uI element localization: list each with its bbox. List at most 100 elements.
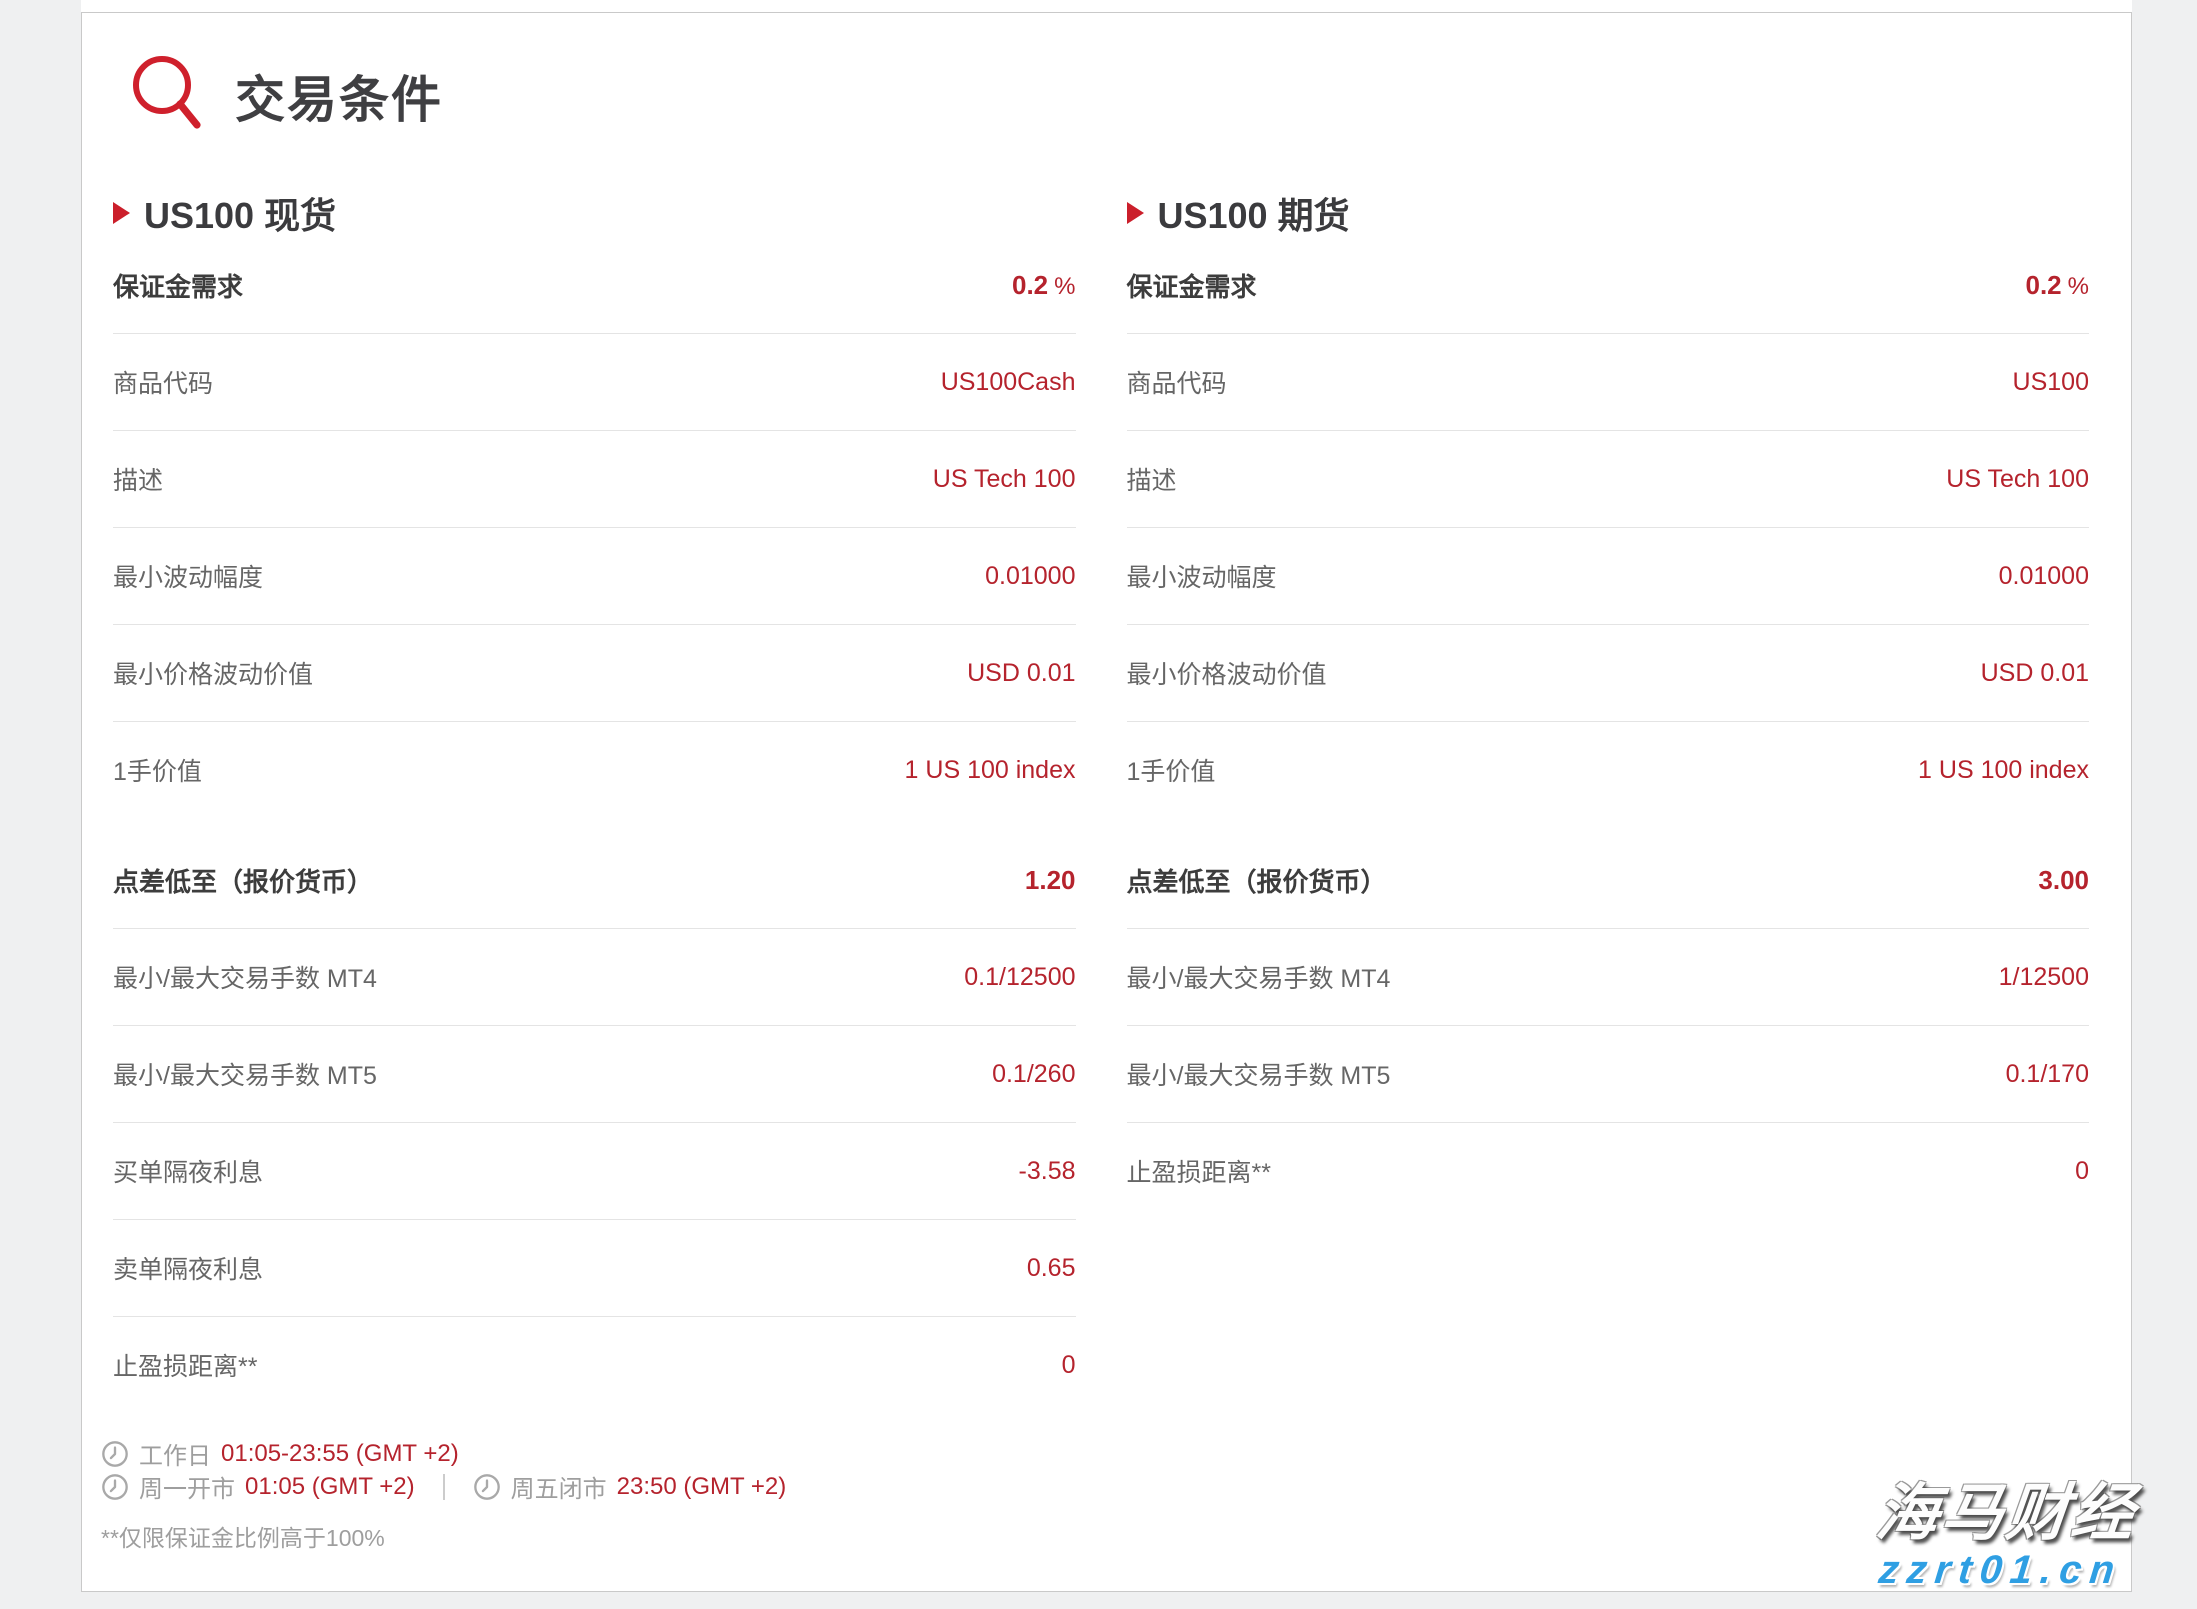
table-row: 最小/最大交易手数 MT5 0.1/260 [113, 1026, 1076, 1123]
row-value: 0.01000 [1999, 562, 2089, 591]
row-group: 点差低至（报价货币） 3.00 最小/最大交易手数 MT41/12500 最小/最大交… [1127, 832, 2090, 1219]
table-row: 1手价值 1 US 100 index [1127, 722, 2090, 818]
trading-hours-line: 工作日01:05-23:55 (GMT +2) [101, 1437, 1076, 1470]
table-row: 商品代码 US100 [1127, 334, 2090, 431]
row-value: 0.1/12500 [964, 963, 1075, 992]
row-label: 最小/最大交易手数 MT5 [113, 1056, 377, 1092]
schedule-time: 01:05-23:55 (GMT +2) [221, 1440, 459, 1468]
clock-icon [101, 1473, 129, 1501]
row-value-text: 0.01000 [1999, 562, 2089, 590]
triangle-bullet-icon [113, 202, 130, 224]
row-value: 1.20 [1025, 865, 1076, 896]
row-label: 最小波动幅度 [1127, 558, 1277, 594]
row-group: 保证金需求0.2% 商品代码 US100 描述 US Tech 100 最小波动幅度 0.0… [1127, 237, 2090, 818]
trading-hours-line: 周一开市 01:05 (GMT +2) 周五闭市 23:50 (GMT +2) [101, 1470, 1076, 1503]
row-value-text: 0.1/260 [992, 1060, 1075, 1088]
column-futures: US100 期货保证金需求0.2% 商品代码 US100 描述 US Tech 100 最… [1127, 189, 2090, 1553]
section-title-futures: US100 期货 [1127, 189, 2090, 237]
margin-footnote: **仅限保证金比例高于100% [101, 1519, 1076, 1553]
table-row: 最小/最大交易手数 MT41/12500 [1127, 929, 2090, 1026]
trading-conditions-card: 交易条件 US100 现货保证金需求0.2%商品代码US100Cash描述US … [81, 12, 2132, 1592]
schedule-label: 周五闭市 [511, 1469, 607, 1504]
row-value-text: 1 US 100 index [1918, 756, 2089, 784]
row-value-text: 1.20 [1025, 865, 1076, 895]
row-value: 0.2% [1012, 270, 1076, 301]
footer-separator [443, 1474, 445, 1500]
table-row: 止盈损距离** 0 [113, 1317, 1076, 1413]
row-value-text: US100Cash [941, 368, 1076, 396]
schedule-label: 周一开市 [139, 1469, 235, 1504]
row-label: 止盈损距离** [1127, 1153, 1271, 1189]
row-value-unit: % [1054, 273, 1075, 300]
section-title-label: US100 现货 [144, 187, 336, 239]
row-value-text: 0.1/12500 [964, 963, 1075, 991]
clock-icon [101, 1440, 129, 1468]
row-value: US100 [2013, 368, 2089, 397]
row-label: 商品代码 [1127, 364, 1227, 400]
row-value-text: 0.2 [2026, 270, 2062, 300]
triangle-bullet-icon [1127, 202, 1144, 224]
table-row: 保证金需求0.2% [1127, 237, 2090, 334]
row-value: 3.00 [2038, 865, 2089, 896]
row-value: 1 US 100 index [1918, 756, 2089, 785]
table-row: 商品代码 US100Cash [113, 334, 1076, 431]
table-row: 最小波动幅度 0.01000 [1127, 528, 2090, 625]
table-row: 最小价格波动价值 USD 0.01 [1127, 625, 2090, 722]
page-header: 交易条件 [127, 53, 2089, 139]
table-row: 最小波动幅度 0.01000 [113, 528, 1076, 625]
row-label: 保证金需求 [113, 267, 243, 304]
row-label: 描述 [113, 461, 163, 497]
row-value-text: 1 US 100 index [905, 756, 1076, 784]
row-label: 卖单隔夜利息 [113, 1250, 263, 1286]
row-label: 点差低至（报价货币） [1127, 862, 1387, 899]
table-row: 1手价值 1 US 100 index [113, 722, 1076, 818]
row-value-text: 0.01000 [985, 562, 1075, 590]
instrument-columns: US100 现货保证金需求0.2%商品代码US100Cash描述US Tech … [113, 189, 2089, 1553]
table-row: 描述 US Tech 100 [1127, 431, 2090, 528]
row-label: 最小/最大交易手数 MT5 [1127, 1056, 1391, 1092]
table-row: 描述 US Tech 100 [113, 431, 1076, 528]
watermark-brand: 海马财经 [1872, 1462, 2141, 1552]
row-value-text: USD 0.01 [1981, 659, 2089, 687]
row-label: 1手价值 [1127, 752, 1216, 788]
row-value: 1/12500 [1999, 963, 2089, 992]
row-value: US Tech 100 [1946, 465, 2089, 494]
row-value-text: 0.2 [1012, 270, 1048, 300]
row-label: 最小波动幅度 [113, 558, 263, 594]
table-row: 止盈损距离** 0 [1127, 1123, 2090, 1219]
row-value-text: -3.58 [1019, 1157, 1076, 1185]
row-value: 0.2% [2026, 270, 2090, 301]
page-title: 交易条件 [235, 60, 443, 132]
row-value: 0.1/260 [992, 1060, 1075, 1089]
row-value-text: US100 [2013, 368, 2089, 396]
row-value: 0.01000 [985, 562, 1075, 591]
row-value: 0.65 [1027, 1254, 1076, 1283]
trading-hours-footer: 工作日01:05-23:55 (GMT +2)周一开市 01:05 (GMT +2… [101, 1437, 1076, 1553]
row-label: 最小/最大交易手数 MT4 [113, 959, 377, 995]
table-row: 点差低至（报价货币） 3.00 [1127, 832, 2090, 929]
row-value-text: 3.00 [2038, 865, 2089, 895]
row-label: 点差低至（报价货币） [113, 862, 373, 899]
row-label: 1手价值 [113, 752, 202, 788]
row-value-text: 1/12500 [1999, 963, 2089, 991]
row-label: 描述 [1127, 461, 1177, 497]
table-row: 保证金需求 0.2% [113, 237, 1076, 334]
row-label: 最小价格波动价值 [1127, 655, 1327, 691]
row-value-text: 0.65 [1027, 1254, 1076, 1282]
row-value: US Tech 100 [933, 465, 1076, 494]
row-value: USD 0.01 [1981, 659, 2089, 688]
row-group: 保证金需求 0.2% 商品代码 US100Cash 描述 US Tech 100 最小波动幅… [113, 237, 1076, 818]
clock-icon [473, 1473, 501, 1501]
row-value-text: USD 0.01 [967, 659, 1075, 687]
row-value: 0 [1062, 1351, 1076, 1380]
row-label: 止盈损距离** [113, 1347, 257, 1383]
section-title-label: US100 期货 [1158, 187, 1350, 239]
row-label: 买单隔夜利息 [113, 1153, 263, 1189]
row-value-text: 0 [2075, 1157, 2089, 1185]
row-group: 点差低至（报价货币） 1.20 最小/最大交易手数 MT4 0.1/12500 最小/最… [113, 832, 1076, 1413]
schedule-time: 01:05 (GMT +2) [245, 1473, 415, 1501]
watermark: 海马财经 zzrt01.cn [1868, 1462, 2142, 1593]
schedule-time: 23:50 (GMT +2) [617, 1473, 787, 1501]
row-label: 商品代码 [113, 364, 213, 400]
row-value: 0.1/170 [2006, 1060, 2089, 1089]
